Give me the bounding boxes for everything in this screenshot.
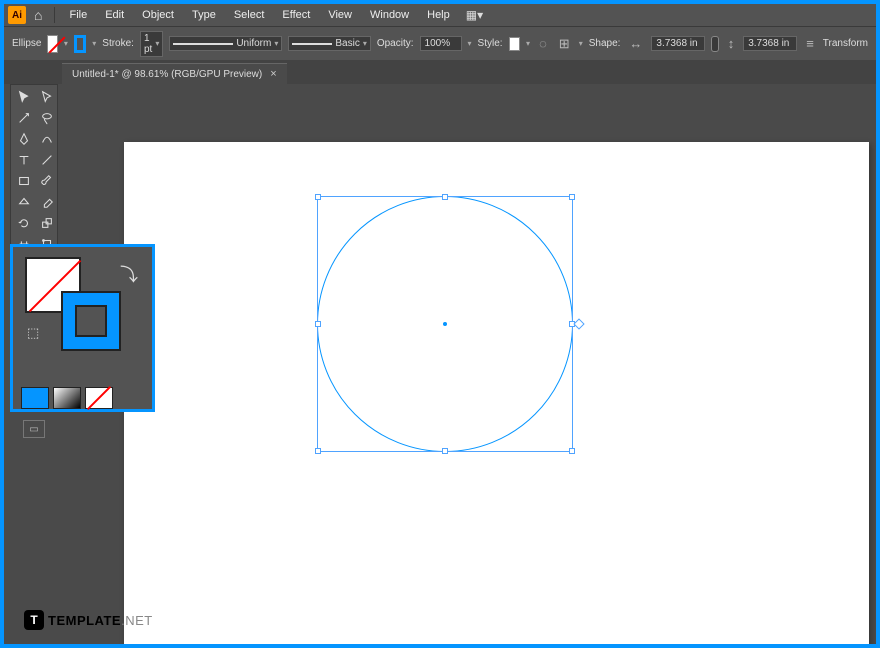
resize-handle-tl[interactable] xyxy=(315,194,321,200)
height-icon: ↕ xyxy=(725,36,738,51)
none-mode-button[interactable] xyxy=(85,387,113,409)
control-bar: Ellipse ▾ ▾ Stroke: 1 pt ▾ Uniform ▾ Bas… xyxy=(4,26,876,60)
opacity-input[interactable] xyxy=(420,36,462,51)
artboard[interactable] xyxy=(124,142,869,644)
shape-center-point[interactable] xyxy=(443,322,447,326)
watermark: T TEMPLATE.NET xyxy=(24,610,153,630)
canvas-area[interactable] xyxy=(64,84,876,644)
magic-wand-tool[interactable] xyxy=(13,108,35,128)
stroke-profile-value: Uniform xyxy=(236,38,271,49)
tab-close-icon[interactable]: × xyxy=(270,68,276,80)
document-tab[interactable]: Untitled-1* @ 98.61% (RGB/GPU Preview) × xyxy=(62,63,287,84)
stroke-caret-icon[interactable]: ▾ xyxy=(92,39,96,48)
menu-view[interactable]: View xyxy=(320,7,360,23)
eraser-tool[interactable] xyxy=(36,192,58,212)
watermark-icon: T xyxy=(24,610,44,630)
caret-icon: ▾ xyxy=(155,39,159,48)
gradient-mode-button[interactable] xyxy=(53,387,81,409)
stroke-swatch[interactable] xyxy=(74,35,86,53)
style-label: Style: xyxy=(478,38,503,49)
swap-fill-stroke-icon[interactable]: ⤵ xyxy=(120,261,138,287)
menu-window[interactable]: Window xyxy=(362,7,417,23)
tools-panel xyxy=(10,84,58,257)
transform-label[interactable]: Transform xyxy=(823,38,868,49)
stroke-indicator[interactable] xyxy=(63,293,119,349)
caret-icon[interactable]: ▾ xyxy=(526,39,530,48)
resize-handle-bl[interactable] xyxy=(315,448,321,454)
resize-handle-tr[interactable] xyxy=(569,194,575,200)
caret-icon: ▾ xyxy=(274,39,278,48)
pen-tool[interactable] xyxy=(13,129,35,149)
stroke-profile-dropdown[interactable]: Uniform ▾ xyxy=(169,36,282,51)
menu-object[interactable]: Object xyxy=(134,7,182,23)
brush-value: Basic xyxy=(335,38,359,49)
dock-collapse-button[interactable]: ▭ xyxy=(23,420,45,438)
height-input[interactable] xyxy=(743,36,797,51)
home-icon[interactable]: ⌂ xyxy=(28,7,48,23)
lasso-tool[interactable] xyxy=(36,108,58,128)
stroke-weight-input[interactable]: 1 pt ▾ xyxy=(140,31,163,57)
caret-icon[interactable]: ▾ xyxy=(579,39,583,48)
caret-icon[interactable]: ▾ xyxy=(468,39,472,48)
align-icon[interactable]: ⊞ xyxy=(556,36,573,52)
document-tab-bar: Untitled-1* @ 98.61% (RGB/GPU Preview) × xyxy=(4,60,876,84)
opacity-label: Opacity: xyxy=(377,38,414,49)
graphic-style-swatch[interactable] xyxy=(509,37,521,51)
menu-edit[interactable]: Edit xyxy=(97,7,132,23)
color-mode-row xyxy=(21,387,144,409)
brush-definition-dropdown[interactable]: Basic ▾ xyxy=(288,36,370,51)
workspace-layout-button[interactable]: ▦▾ xyxy=(460,8,489,22)
transform-icon[interactable]: ≡ xyxy=(803,36,817,51)
resize-handle-ml[interactable] xyxy=(315,321,321,327)
type-tool[interactable] xyxy=(13,150,35,170)
tab-title: Untitled-1* @ 98.61% (RGB/GPU Preview) xyxy=(72,69,262,80)
menu-select[interactable]: Select xyxy=(226,7,273,23)
shaper-tool[interactable] xyxy=(13,192,35,212)
active-tool-label: Ellipse xyxy=(12,38,41,49)
stroke-label: Stroke: xyxy=(102,38,134,49)
menu-file[interactable]: File xyxy=(61,7,95,23)
resize-handle-tm[interactable] xyxy=(442,194,448,200)
resize-handle-bm[interactable] xyxy=(442,448,448,454)
shape-label: Shape: xyxy=(589,38,621,49)
dock-strip: ▭ xyxy=(10,420,58,438)
scale-tool[interactable] xyxy=(36,213,58,233)
fill-swatch[interactable] xyxy=(47,35,57,53)
default-fill-stroke-icon[interactable]: ⬚ xyxy=(27,325,39,341)
divider xyxy=(54,7,55,23)
color-mode-button[interactable] xyxy=(21,387,49,409)
brush-preview xyxy=(292,43,332,45)
app-logo[interactable]: Ai xyxy=(8,6,26,24)
constrain-proportions-icon[interactable] xyxy=(711,36,718,52)
live-shape-widget[interactable] xyxy=(573,318,584,329)
app-frame: Ai ⌂ File Edit Object Type Select Effect… xyxy=(0,0,880,648)
paintbrush-tool[interactable] xyxy=(36,171,58,191)
line-segment-tool[interactable] xyxy=(36,150,58,170)
menu-bar: Ai ⌂ File Edit Object Type Select Effect… xyxy=(4,4,876,26)
menu-type[interactable]: Type xyxy=(184,7,224,23)
curvature-tool[interactable] xyxy=(36,129,58,149)
width-icon: ↔ xyxy=(626,36,645,51)
stroke-weight-value: 1 pt xyxy=(144,33,152,55)
selection-tool[interactable] xyxy=(13,87,35,107)
menu-effect[interactable]: Effect xyxy=(274,7,318,23)
fill-stroke-callout: ⤵ ⬚ xyxy=(10,244,155,412)
fill-stroke-indicator: ⤵ ⬚ xyxy=(21,255,144,345)
stroke-profile-preview xyxy=(173,43,233,45)
direct-selection-tool[interactable] xyxy=(36,87,58,107)
resize-handle-br[interactable] xyxy=(569,448,575,454)
recolor-icon[interactable]: ◌ xyxy=(536,36,550,51)
fill-caret-icon[interactable]: ▾ xyxy=(64,39,68,48)
menu-help[interactable]: Help xyxy=(419,7,458,23)
rotate-tool[interactable] xyxy=(13,213,35,233)
width-input[interactable] xyxy=(651,36,705,51)
rectangle-tool[interactable] xyxy=(13,171,35,191)
caret-icon: ▾ xyxy=(363,39,367,48)
watermark-text: TEMPLATE.NET xyxy=(48,613,153,628)
